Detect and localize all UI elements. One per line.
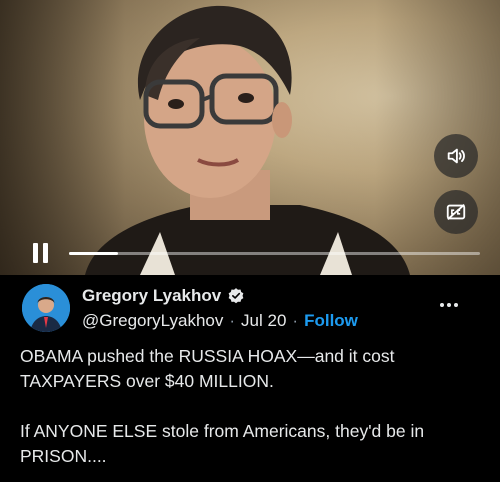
author-name-row: Gregory Lyakhov [82,286,245,306]
video-player[interactable] [0,0,500,275]
captions-off-icon [446,203,466,221]
pause-icon-bar-right [43,243,48,263]
tweet[interactable]: Gregory Lyakhov @GregoryLyakhov · Jul 20… [0,275,500,482]
more-options-icon[interactable] [440,300,464,310]
avatar-image [22,284,70,332]
avatar[interactable] [22,284,70,332]
video-progress-fill [69,252,119,255]
follow-button[interactable]: Follow [304,311,358,331]
tweet-text: OBAMA pushed the RUSSIA HOAX—and it cost… [20,346,425,466]
speaker-icon [447,148,465,164]
separator: · [229,311,236,330]
pause-button[interactable] [33,243,53,267]
verified-badge-icon [228,288,244,304]
author-name[interactable]: Gregory Lyakhov [82,286,221,306]
video-progress-bar[interactable] [69,252,480,255]
tweet-date[interactable]: Jul 20 [241,311,286,331]
captions-button[interactable] [434,190,478,234]
author-meta-row: @GregoryLyakhov · Jul 20 · Follow [82,311,358,331]
separator: · [292,311,299,330]
video-frame-person [85,5,410,275]
pause-icon-bar-left [33,243,38,263]
author-handle[interactable]: @GregoryLyakhov [82,311,223,331]
volume-button[interactable] [434,134,478,178]
